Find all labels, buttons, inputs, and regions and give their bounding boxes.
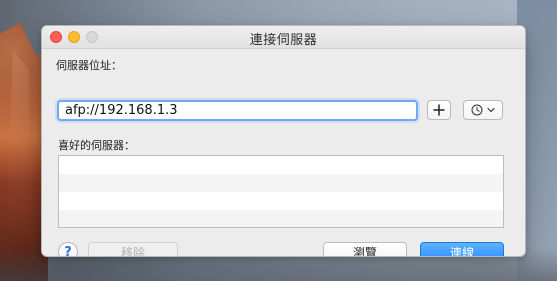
plus-icon: [433, 104, 445, 116]
favorite-list-row: [59, 174, 503, 192]
favorite-servers-label: 喜好的伺服器：: [58, 139, 135, 152]
server-address-label: 伺服器位址：: [56, 59, 122, 72]
recent-servers-button[interactable]: [463, 100, 503, 120]
favorite-servers-list[interactable]: [58, 155, 504, 228]
browse-button[interactable]: 瀏覽: [323, 242, 407, 257]
window-content: 伺服器位址： 喜好的伺服器：: [42, 49, 525, 256]
chevron-down-icon: [487, 106, 495, 114]
remove-button-label: 移除: [120, 245, 145, 257]
favorite-list-row: [59, 192, 503, 210]
title-bar: 連接伺服器: [42, 26, 525, 49]
connect-to-server-window: 連接伺服器 伺服器位址： 喜好的: [41, 25, 526, 257]
remove-button[interactable]: 移除: [88, 242, 178, 257]
connect-button-label: 連線: [449, 245, 474, 257]
server-address-input[interactable]: [57, 100, 418, 121]
add-favorite-button[interactable]: [427, 100, 451, 120]
help-button[interactable]: ?: [58, 242, 78, 257]
browse-button-label: 瀏覽: [352, 245, 377, 257]
window-title: 連接伺服器: [249, 33, 318, 48]
favorite-list-row: [59, 210, 503, 227]
connect-button[interactable]: 連線: [420, 242, 504, 257]
question-mark-icon: ?: [64, 244, 72, 257]
clock-icon: [471, 104, 483, 116]
favorite-list-row: [59, 156, 503, 174]
